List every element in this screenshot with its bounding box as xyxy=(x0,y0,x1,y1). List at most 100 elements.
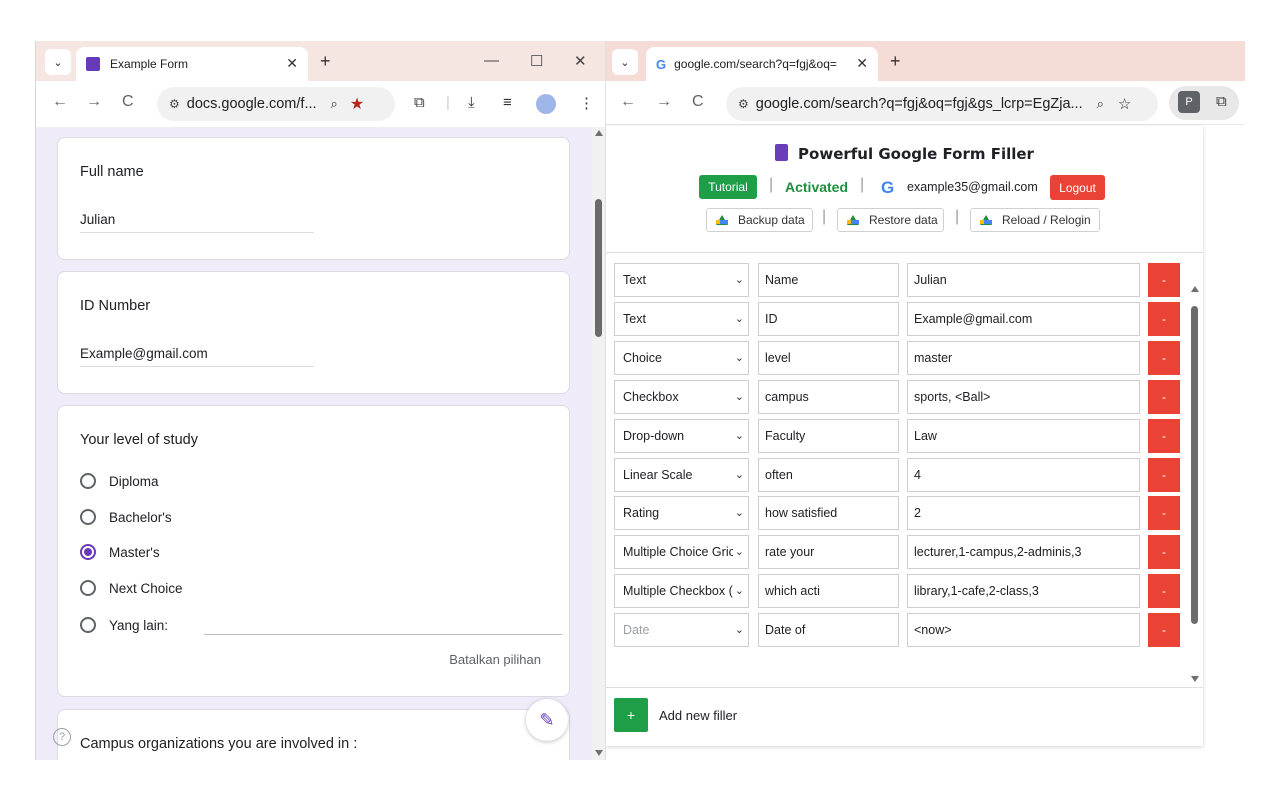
radio-selected-icon[interactable] xyxy=(80,544,96,560)
forward-icon[interactable]: → xyxy=(656,93,672,111)
field-value-input[interactable]: <now> xyxy=(907,613,1140,648)
bookmark-star-icon[interactable]: ☆ xyxy=(1118,95,1131,113)
field-name-input[interactable]: ID xyxy=(758,301,899,336)
radio-icon[interactable] xyxy=(80,509,96,525)
field-name-input[interactable]: Date of xyxy=(758,613,899,648)
field-name-input[interactable]: campus xyxy=(758,379,899,414)
scroll-down-arrow[interactable] xyxy=(595,750,603,756)
field-type-select[interactable]: Drop-down ⌄ xyxy=(614,418,749,453)
menu-icon[interactable]: ⋮ xyxy=(579,94,594,112)
extensions-icon[interactable]: ⧉ xyxy=(1216,93,1227,110)
tab-google-search[interactable]: G google.com/search?q=fgj&oq= ✕ xyxy=(646,47,878,81)
field-name-input[interactable]: often xyxy=(758,457,899,492)
scrollbar-thumb[interactable] xyxy=(595,199,602,337)
radio-option-bachelors[interactable]: Bachelor's xyxy=(80,509,172,525)
add-filler-button[interactable]: + xyxy=(614,698,648,732)
scrollbar-thumb[interactable] xyxy=(1191,306,1198,624)
zoom-icon[interactable]: ⌕ xyxy=(331,96,338,112)
site-settings-icon[interactable]: ⚙ xyxy=(738,97,749,111)
reload-icon[interactable]: C xyxy=(122,93,134,111)
field-value-input[interactable]: master xyxy=(907,340,1140,375)
close-tab-icon[interactable]: ✕ xyxy=(286,55,298,72)
field-name-input[interactable]: Name xyxy=(758,263,899,297)
delete-row-button[interactable]: - xyxy=(1148,535,1180,570)
field-type-select[interactable]: Checkbox ⌄ xyxy=(614,379,749,414)
help-icon[interactable]: ? xyxy=(53,728,71,746)
field-type-select[interactable]: Multiple Choice Gric ⌄ xyxy=(614,535,749,570)
delete-row-button[interactable]: - xyxy=(1148,301,1180,336)
field-value-input[interactable]: lecturer,1-campus,2-adminis,3 xyxy=(907,535,1140,570)
field-name-input[interactable]: Faculty xyxy=(758,418,899,453)
new-tab-button[interactable]: + xyxy=(890,51,901,72)
tab-search-button[interactable]: ⌄ xyxy=(612,49,638,75)
radio-icon[interactable] xyxy=(80,617,96,633)
field-name-input[interactable]: how satisfied xyxy=(758,496,899,531)
radio-option-masters[interactable]: Master's xyxy=(80,544,160,560)
scroll-up-arrow[interactable] xyxy=(1191,286,1199,292)
radio-option-diploma[interactable]: Diploma xyxy=(80,473,159,489)
extension-p-icon[interactable]: P xyxy=(1178,91,1200,113)
logout-button[interactable]: Logout xyxy=(1050,175,1105,200)
back-icon[interactable]: ← xyxy=(52,93,68,111)
delete-row-button[interactable]: - xyxy=(1148,379,1180,414)
field-value-input[interactable]: 2 xyxy=(907,496,1140,531)
field-type-select[interactable]: Linear Scale ⌄ xyxy=(614,457,749,492)
answer-input[interactable]: Example@gmail.com xyxy=(80,346,208,361)
back-icon[interactable]: ← xyxy=(620,93,636,111)
field-value-input[interactable]: 4 xyxy=(907,457,1140,492)
field-value-input[interactable]: sports, <Ball> xyxy=(907,379,1140,414)
maximize-button[interactable]: ☐ xyxy=(530,52,543,70)
minimize-button[interactable]: — xyxy=(484,52,499,69)
field-name-input[interactable]: rate your xyxy=(758,535,899,570)
forward-icon[interactable]: → xyxy=(86,93,102,111)
zoom-icon[interactable]: ⌕ xyxy=(1097,96,1104,112)
extensions-icon[interactable]: ⧉ xyxy=(414,94,425,111)
scroll-down-arrow[interactable] xyxy=(1191,676,1199,682)
tutorial-button[interactable]: Tutorial xyxy=(699,175,757,199)
bookmark-star-icon[interactable]: ★ xyxy=(350,94,364,114)
tab-search-button[interactable]: ⌄ xyxy=(45,49,71,75)
field-type-select[interactable]: Choice ⌄ xyxy=(614,340,749,375)
reload-icon[interactable]: C xyxy=(692,93,704,111)
field-value-input[interactable]: Law xyxy=(907,418,1140,453)
field-type-select[interactable]: Text ⌄ xyxy=(614,263,749,297)
delete-row-button[interactable]: - xyxy=(1148,613,1180,648)
close-tab-icon[interactable]: ✕ xyxy=(856,55,868,72)
answer-input[interactable]: Julian xyxy=(80,212,115,227)
delete-row-button[interactable]: - xyxy=(1148,574,1180,609)
field-type-select[interactable]: Multiple Checkbox (⌄ xyxy=(614,574,749,609)
form-scrollbar[interactable] xyxy=(592,127,605,760)
reload-relogin-button[interactable]: Reload / Relogin xyxy=(970,208,1100,232)
close-window-button[interactable]: ✕ xyxy=(574,52,587,70)
delete-row-button[interactable]: - xyxy=(1148,418,1180,453)
delete-row-button[interactable]: - xyxy=(1148,457,1180,492)
field-type-select[interactable]: Rating ⌄ xyxy=(614,496,749,531)
download-icon[interactable]: ⤓ xyxy=(468,94,475,111)
radio-icon[interactable] xyxy=(80,580,96,596)
delete-row-button[interactable]: - xyxy=(1148,496,1180,531)
restore-data-button[interactable]: Restore data xyxy=(837,208,944,232)
edit-pencil-icon[interactable]: ✎ xyxy=(526,699,568,741)
site-settings-icon[interactable]: ⚙ xyxy=(169,97,180,111)
backup-data-button[interactable]: Backup data xyxy=(706,208,813,232)
field-value-input[interactable]: Example@gmail.com xyxy=(907,301,1140,336)
scroll-up-arrow[interactable] xyxy=(595,130,603,136)
radio-option-other[interactable]: Yang lain: xyxy=(80,617,168,633)
field-name-input[interactable]: which acti xyxy=(758,574,899,609)
field-value-input[interactable]: Julian xyxy=(907,263,1140,297)
delete-row-button[interactable]: - xyxy=(1148,340,1180,375)
tab-example-form[interactable]: Example Form ✕ xyxy=(76,47,308,81)
profile-avatar[interactable] xyxy=(536,94,556,114)
media-icon[interactable]: ≡ xyxy=(503,94,512,111)
address-bar[interactable]: ⚙ docs.google.com/f... ⌕ ★ xyxy=(157,87,395,121)
field-type-select[interactable]: Date ⌄ xyxy=(614,613,749,648)
other-text-input[interactable] xyxy=(204,634,562,635)
radio-option-next-choice[interactable]: Next Choice xyxy=(80,580,183,596)
clear-selection-link[interactable]: Batalkan pilihan xyxy=(449,652,541,667)
radio-icon[interactable] xyxy=(80,473,96,489)
field-name-input[interactable]: level xyxy=(758,340,899,375)
address-bar[interactable]: ⚙ google.com/search?q=fgj&oq=fgj&gs_lcrp… xyxy=(726,87,1158,121)
new-tab-button[interactable]: + xyxy=(320,51,331,72)
rows-scrollbar[interactable] xyxy=(1189,284,1200,684)
field-value-input[interactable]: library,1-cafe,2-class,3 xyxy=(907,574,1140,609)
